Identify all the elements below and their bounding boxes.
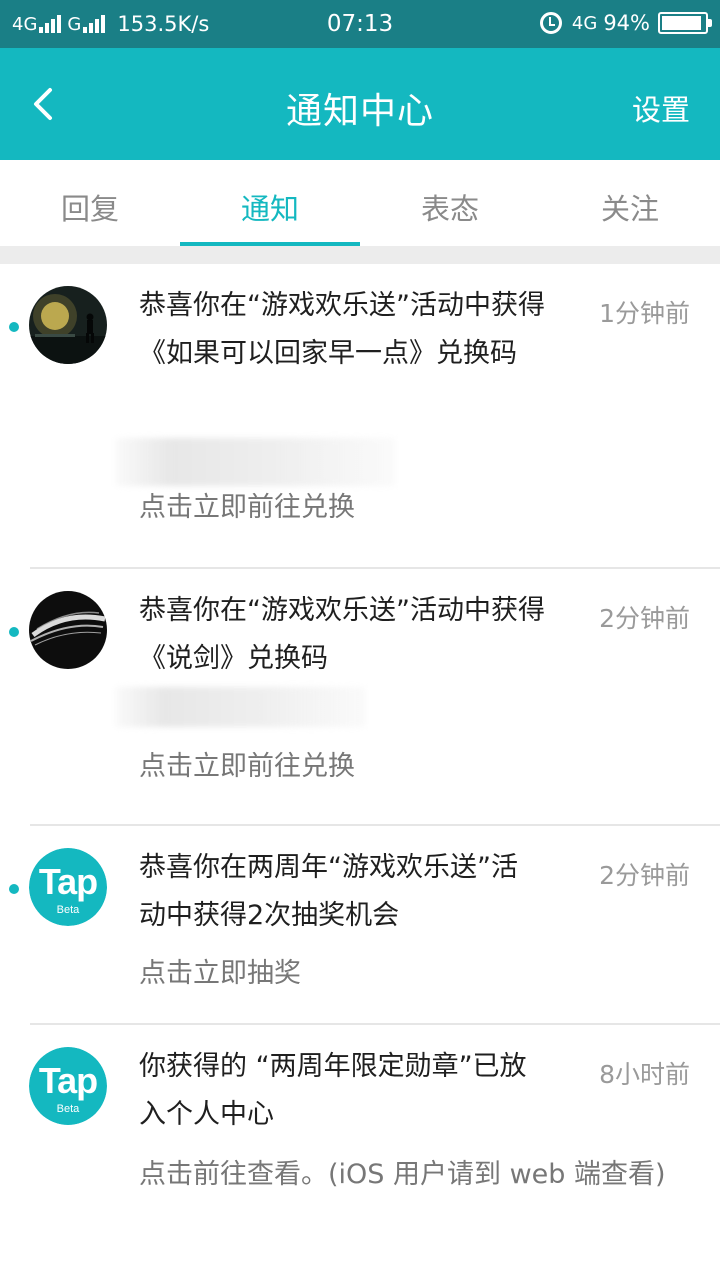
settings-button[interactable]: 设置: [632, 87, 690, 129]
unread-dot: [9, 322, 19, 332]
unread-dot: [9, 627, 19, 637]
notification-item[interactable]: Tap Beta 恭喜你在两周年“游戏欢乐送”活动中获得2次抽奖机会 2分钟前 …: [0, 826, 720, 1024]
avatar: Tap Beta: [29, 1047, 107, 1125]
notification-item[interactable]: Tap Beta 你获得的 “两周年限定勋章”已放入个人中心 8小时前 点击前往…: [0, 1025, 720, 1280]
brush-stroke-avatar-icon: [29, 591, 107, 669]
notification-item[interactable]: 恭喜你在“游戏欢乐送”活动中获得《说剑》兑换码 2分钟前 点击立即前往兑换: [0, 569, 720, 825]
tab-bar: 回复 通知 表态 关注: [0, 160, 720, 246]
night-scene-avatar-icon: [29, 286, 107, 364]
redeem-link[interactable]: 点击立即前往兑换: [139, 745, 355, 789]
redacted-code: [115, 687, 365, 727]
notification-time: 2分钟前: [599, 861, 690, 890]
notification-time: 8小时前: [599, 1060, 690, 1089]
status-bar: 4G G 153.5K/s 07:13 4G 94%: [0, 0, 720, 48]
tab-follows[interactable]: 关注: [540, 160, 720, 246]
tap-logo-beta: Beta: [56, 904, 80, 916]
avatar: [29, 286, 107, 364]
unread-dot: [9, 884, 19, 894]
network-type-4g-right: 4G: [571, 12, 598, 34]
notification-text: 恭喜你在“游戏欢乐送”活动中获得《如果可以回家早一点》兑换码: [139, 290, 545, 369]
notification-text: 恭喜你在“游戏欢乐送”活动中获得《说剑》兑换码: [139, 595, 545, 674]
notification-item[interactable]: 恭喜你在“游戏欢乐送”活动中获得《如果可以回家早一点》兑换码 1分钟前 点击立即…: [0, 264, 720, 568]
notification-text: 恭喜你在两周年“游戏欢乐送”活动中获得2次抽奖机会: [139, 852, 518, 931]
page-title: 通知中心: [285, 91, 434, 132]
battery-percent: 94%: [603, 11, 650, 35]
tap-logo-icon: Tap Beta: [29, 1047, 107, 1125]
notification-time: 2分钟前: [599, 604, 690, 633]
notification-text: 你获得的 “两周年限定勋章”已放入个人中心: [139, 1051, 527, 1130]
tab-notifications[interactable]: 通知: [180, 160, 360, 246]
lottery-link[interactable]: 点击立即抽奖: [139, 952, 301, 996]
tap-logo-word: Tap: [38, 861, 98, 902]
avatar: [29, 591, 107, 669]
tap-logo-word: Tap: [38, 1060, 98, 1101]
avatar: Tap Beta: [29, 848, 107, 926]
section-divider: [0, 246, 720, 264]
status-right: 4G 94%: [539, 11, 712, 35]
view-link[interactable]: 点击前往查看。(iOS 用户请到 web 端查看): [139, 1153, 684, 1197]
app-header: 通知中心 设置: [0, 48, 720, 160]
redacted-code: [115, 438, 395, 486]
battery-icon: [658, 12, 712, 34]
tap-logo-beta: Beta: [56, 1103, 80, 1115]
tap-logo-icon: Tap Beta: [29, 848, 107, 926]
notification-time: 1分钟前: [599, 299, 690, 328]
tab-reactions[interactable]: 表态: [360, 160, 540, 246]
tab-reply[interactable]: 回复: [0, 160, 180, 246]
redeem-link[interactable]: 点击立即前往兑换: [139, 486, 355, 530]
alarm-icon: [539, 12, 562, 34]
